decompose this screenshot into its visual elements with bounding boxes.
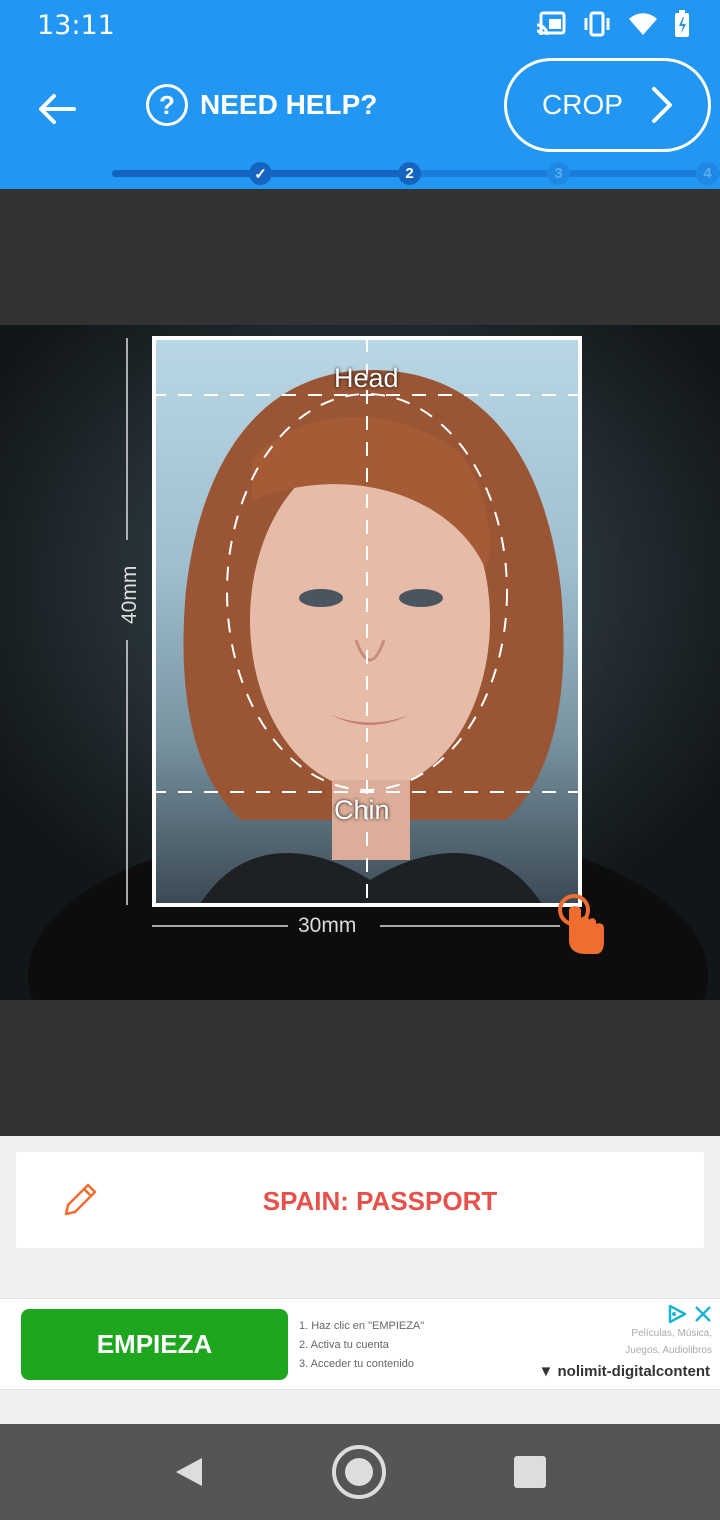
head-guide-label: Head [334,363,399,393]
nav-back-icon[interactable] [160,1444,216,1500]
ad-cta-button[interactable]: EMPIEZA [21,1309,288,1380]
width-dimension-label: 30mm [298,914,357,937]
face-guides [126,338,582,927]
ad-brand: ▼ nolimit-digitalcontent [538,1363,710,1380]
height-dimension-label: 40mm [118,565,141,624]
ad-categories-line-1: Películas, Música, [631,1328,712,1339]
ad-step-1: 1. Haz clic en "EMPIEZA" [299,1320,425,1332]
ad-categories-line-2: Juegos, Audiolibros [625,1345,712,1356]
ad-banner[interactable]: EMPIEZA 1. Haz clic en "EMPIEZA" 2. Acti… [0,1298,720,1390]
system-nav-bar [0,1424,720,1520]
ad-choices-icon[interactable] [666,1303,688,1325]
ad-close-icon[interactable] [692,1303,714,1325]
ad-brand-label: nolimit-digitalcontent [557,1363,710,1380]
nav-recents-icon[interactable] [502,1444,558,1500]
ad-brand-icon: ▼ [538,1363,554,1380]
ad-choices[interactable] [666,1303,714,1325]
document-type-label: SPAIN: PASSPORT [262,1186,498,1216]
nav-home-icon[interactable] [331,1444,387,1500]
resize-handle-icon[interactable] [556,888,606,956]
ad-step-2: 2. Activa tu cuenta [299,1339,389,1351]
ad-steps: 1. Haz clic en "EMPIEZA" 2. Activa tu cu… [299,1317,424,1374]
document-type-selector[interactable]: SPAIN: PASSPORT [16,1152,704,1248]
ad-step-3: 3. Acceder tu contenido [299,1358,414,1370]
ad-categories: Películas, Música, Juegos, Audiolibros [625,1325,712,1359]
chin-guide-label: Chin [334,795,390,825]
